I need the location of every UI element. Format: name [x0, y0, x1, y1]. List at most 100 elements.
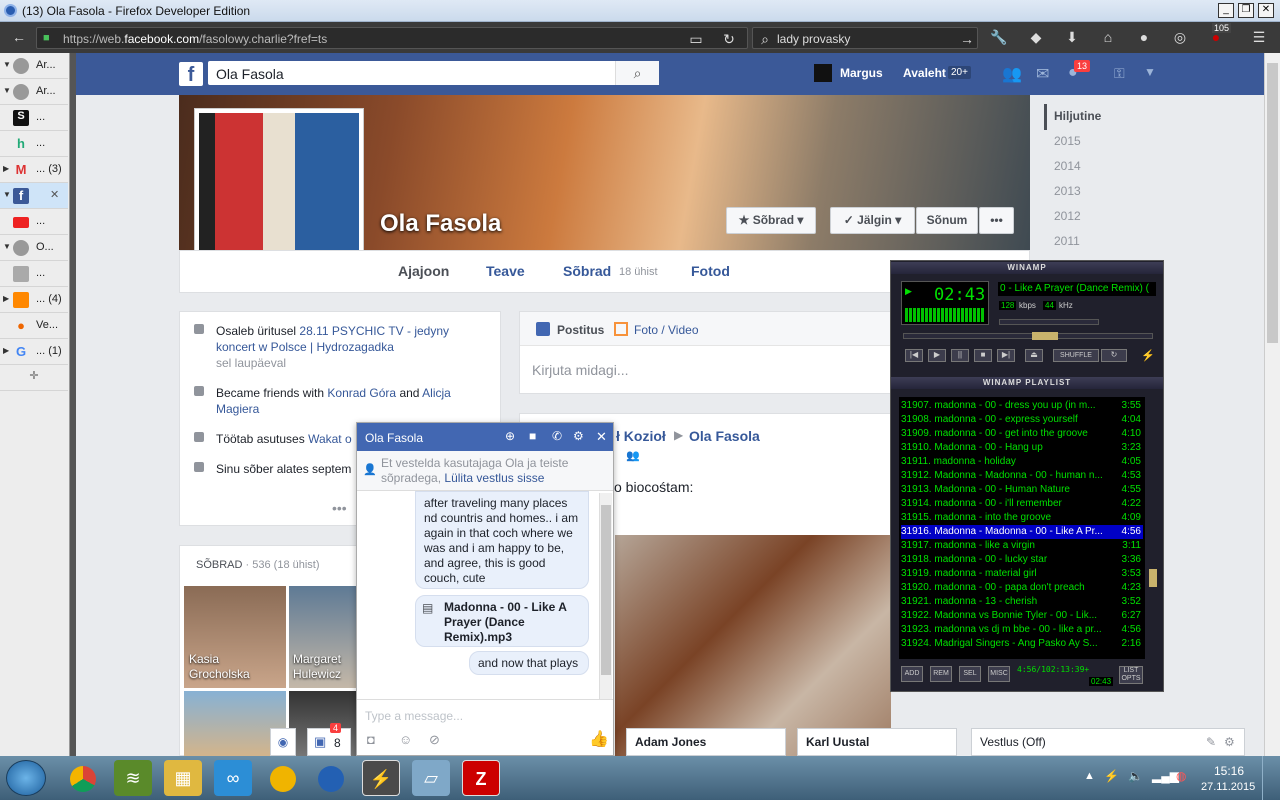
tab-item[interactable]: ...: [0, 209, 68, 235]
playlist-item[interactable]: 31923. madonna vs dj m bbe - 00 - like a…: [901, 623, 1143, 637]
notepad-icon[interactable]: ▱: [412, 760, 450, 796]
compose-icon[interactable]: ✎: [1206, 729, 1216, 755]
status-tab[interactable]: Postitus: [557, 323, 604, 337]
chat-scrollbar[interactable]: [599, 493, 612, 699]
show-desktop-button[interactable]: [1262, 756, 1280, 800]
volume-icon[interactable]: 🔈: [1128, 769, 1143, 783]
playlist-item[interactable]: 31914. madonna - 00 - i'll remember 4:22: [901, 497, 1143, 511]
video-call-icon[interactable]: ■: [529, 429, 536, 443]
playlist-item[interactable]: 31915. madonna - into the groove 4:09: [901, 511, 1143, 525]
playlist-item[interactable]: 31917. madonna - like a virgin 3:11: [901, 539, 1143, 553]
pocket-icon[interactable]: ◆: [1027, 29, 1045, 46]
new-tab-button[interactable]: ✛: [0, 365, 68, 391]
chat-name[interactable]: Ola Fasola: [365, 431, 423, 445]
chat-settings-icon[interactable]: ⚙: [1224, 729, 1235, 755]
firefox-taskbar-icon[interactable]: [312, 760, 350, 796]
year-link[interactable]: Hiljutine: [1054, 109, 1101, 123]
back-icon[interactable]: ←: [10, 29, 28, 45]
url-bar[interactable]: ■ https://web.facebook.com/fasolowy.char…: [36, 27, 748, 49]
add-friend-icon[interactable]: ⊕: [505, 429, 515, 443]
post-author[interactable]: ł Kozioł: [616, 428, 666, 444]
message-input[interactable]: Type a message...: [365, 709, 463, 723]
tab-item[interactable]: h...: [0, 131, 68, 157]
tab-item[interactable]: ▶ G... (1): [0, 339, 68, 365]
tab-timeline[interactable]: Ajajoon: [398, 263, 449, 279]
home-link[interactable]: Avaleht: [903, 66, 946, 80]
stop-button[interactable]: ■: [974, 349, 992, 362]
fb-search-button[interactable]: ⌕: [615, 61, 659, 85]
winamp-logo-icon[interactable]: ⚡: [1141, 349, 1157, 363]
chat-header[interactable]: Ola Fasola ⊕ ■ ✆ ⚙ ✕: [357, 423, 613, 451]
pause-button[interactable]: ||: [951, 349, 969, 362]
playlist-item[interactable]: 31922. Madonna vs Bonnie Tyler - 00 - Li…: [901, 609, 1143, 623]
friend-tile[interactable]: Margaret Hulewicz: [289, 586, 357, 688]
maximize-button[interactable]: ❐: [1238, 3, 1254, 18]
prev-button[interactable]: |◀: [905, 349, 923, 362]
playlist-item[interactable]: 31924. Madrigal Singers - Ang Pasko Ay S…: [901, 637, 1143, 651]
playlist-item[interactable]: 31911. madonna - holiday 4:05: [901, 455, 1143, 469]
playlist-scrollbar[interactable]: [1148, 397, 1158, 659]
tab-item[interactable]: ▼ Ar...: [0, 79, 68, 105]
playlist-item[interactable]: 31913. Madonna - 00 - Human Nature 4:55: [901, 483, 1143, 497]
cloud-icon[interactable]: ∞: [214, 760, 252, 796]
volume-slider[interactable]: [999, 319, 1099, 325]
tab-photos[interactable]: Fotod: [691, 263, 730, 279]
tab-about[interactable]: Teave: [486, 263, 525, 279]
sidebar-splitter[interactable]: [70, 53, 76, 756]
reader-view-icon[interactable]: ▭: [687, 31, 705, 48]
year-link[interactable]: 2015: [1054, 134, 1081, 148]
minimize-button[interactable]: _: [1218, 3, 1234, 18]
playlist[interactable]: 31907. madonna - 00 - dress you up (in m…: [899, 397, 1145, 659]
tray-winamp-icon[interactable]: ⚡: [1104, 769, 1119, 783]
home-icon[interactable]: ⌂: [1099, 29, 1117, 45]
tab-friends[interactable]: Sõbrad: [563, 263, 611, 279]
tab-item[interactable]: ▶ M... (3): [0, 157, 68, 183]
start-button-icon[interactable]: [6, 760, 46, 796]
eject-button[interactable]: ⏏: [1025, 349, 1043, 362]
attach-icon[interactable]: ⊘: [429, 732, 440, 748]
list-options-button[interactable]: LIST OPTS: [1119, 666, 1143, 684]
scrollbar-thumb[interactable]: [1267, 63, 1278, 343]
enable-chat-link[interactable]: Lülita vestlus sisse: [444, 471, 544, 485]
playlist-rem-button[interactable]: REM: [930, 666, 952, 682]
winamp-time[interactable]: 02:43: [934, 285, 985, 305]
play-button[interactable]: ▶: [928, 349, 946, 362]
tab-item[interactable]: ▼ O...: [0, 235, 68, 261]
friend-requests-icon[interactable]: 👥: [1002, 64, 1022, 84]
clock-time[interactable]: 15:16: [1214, 764, 1244, 778]
work-link[interactable]: Wakat o: [308, 432, 352, 446]
playlist-titlebar[interactable]: WINAMP PLAYLIST: [891, 377, 1163, 389]
tab-item[interactable]: ...: [0, 261, 68, 287]
reload-icon[interactable]: ↻: [720, 31, 738, 48]
playlist-item[interactable]: 31921. madonna - 13 - cherish 3:52: [901, 595, 1143, 609]
search-bar[interactable]: ⌕ lady provasky →: [752, 27, 978, 49]
search-go-icon[interactable]: →: [958, 31, 976, 47]
spectrum-analyzer[interactable]: [905, 308, 985, 322]
chat-icon[interactable]: ●: [1135, 29, 1153, 45]
camera-icon[interactable]: ◘: [367, 732, 375, 747]
clock-date[interactable]: 27.11.2015: [1201, 781, 1255, 793]
playlist-item[interactable]: 31908. madonna - 00 - express yourself 4:…: [901, 413, 1143, 427]
network-app-icon[interactable]: ≋: [114, 760, 152, 796]
shuffle-button[interactable]: SHUFFLE: [1053, 349, 1099, 362]
composer-input[interactable]: Kirjuta midagi...: [532, 362, 628, 378]
playlist-sel-button[interactable]: SEL: [959, 666, 981, 682]
filezilla-icon[interactable]: Z: [462, 760, 500, 796]
network-icon[interactable]: ▂▄▆: [1152, 769, 1179, 783]
downloads-icon[interactable]: ⬇: [1063, 29, 1081, 46]
playlist-item[interactable]: 31909. madonna - 00 - get into the groov…: [901, 427, 1143, 441]
chat-tab[interactable]: Adam Jones: [626, 728, 786, 756]
seek-bar[interactable]: [903, 332, 1153, 340]
winamp-taskbar-icon[interactable]: ⚡: [362, 760, 400, 796]
messages-icon[interactable]: ✉: [1036, 64, 1049, 84]
playlist-item[interactable]: 31918. madonna - 00 - lucky star 3:36: [901, 553, 1143, 567]
year-link[interactable]: 2012: [1054, 209, 1081, 223]
file-attachment[interactable]: ▤ Madonna - 00 - Like A Prayer (Dance Re…: [415, 595, 589, 647]
friend-tile[interactable]: Kasia Grocholska: [184, 586, 286, 688]
wrench-icon[interactable]: 🔧: [990, 29, 1008, 46]
page-scrollbar[interactable]: [1264, 53, 1280, 756]
tray-expand-icon[interactable]: ▲: [1084, 770, 1095, 782]
privacy-icon[interactable]: ⚿: [1114, 65, 1125, 82]
gear-icon[interactable]: ⚙: [573, 429, 584, 443]
close-icon[interactable]: ✕: [596, 429, 607, 445]
